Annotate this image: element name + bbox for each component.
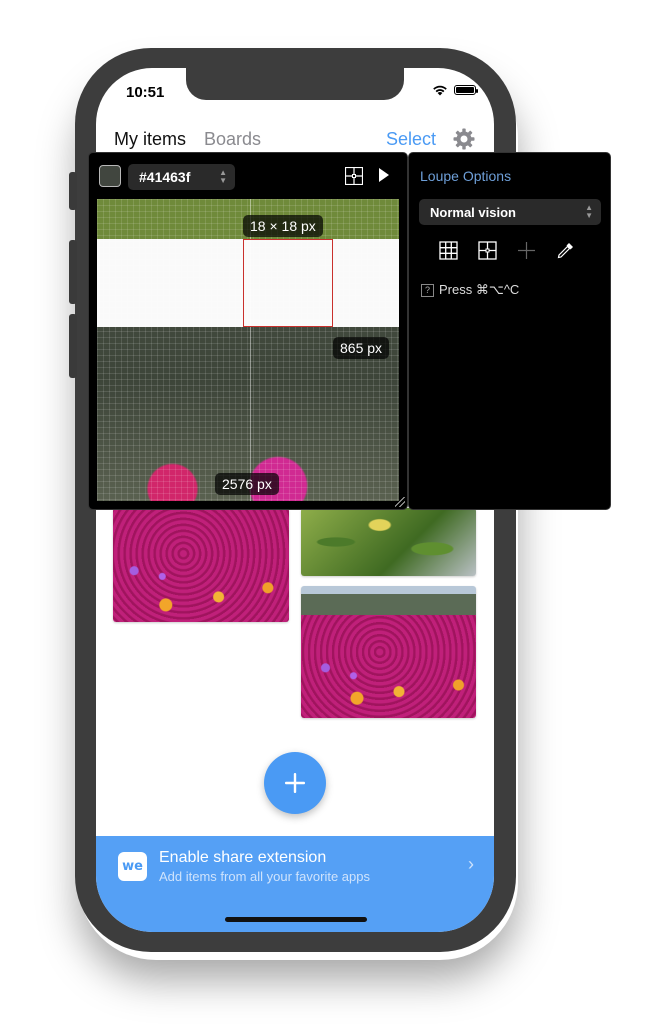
crosshair-grid-icon[interactable]	[478, 241, 497, 260]
loupe-options-title: Loupe Options	[420, 168, 512, 184]
volume-down-button	[69, 314, 77, 378]
shortcut-hint: ? Press ⌘⌥^C	[421, 282, 519, 298]
help-icon[interactable]: ?	[421, 283, 434, 297]
plus-icon	[285, 773, 305, 793]
photo-item[interactable]	[113, 508, 289, 622]
vision-mode-select[interactable]: Normal vision ▲ ▼	[419, 199, 601, 225]
vision-mode-value: Normal vision	[430, 204, 516, 220]
loupe-options-panel: Loupe Options Normal vision ▲ ▼ ? Press …	[408, 152, 611, 510]
gear-icon[interactable]	[452, 127, 476, 151]
selection-box	[243, 239, 333, 327]
selection-size-label: 18 × 18 px	[243, 215, 323, 237]
expand-options-icon[interactable]	[379, 168, 389, 182]
add-item-button[interactable]	[264, 752, 326, 814]
loupe-tool-icons	[439, 241, 575, 260]
width-readout: 865 px	[333, 337, 390, 359]
banner-subtitle: Add items from all your favorite apps	[159, 869, 370, 884]
notch	[186, 68, 404, 100]
status-time: 10:51	[126, 84, 165, 101]
wetransfer-logo-icon: we	[118, 852, 147, 881]
color-swatch[interactable]	[99, 165, 121, 187]
shortcut-text: Press ⌘⌥^C	[439, 282, 520, 297]
mute-switch	[69, 172, 77, 210]
home-indicator[interactable]	[225, 917, 367, 922]
volume-up-button	[69, 240, 77, 304]
crosshair-icon[interactable]	[517, 241, 536, 260]
eyedropper-icon[interactable]	[556, 241, 575, 260]
tab-boards[interactable]: Boards	[204, 129, 261, 150]
photo-item[interactable]	[301, 508, 476, 576]
share-extension-banner[interactable]: we Enable share extension Add items from…	[96, 836, 494, 932]
banner-title: Enable share extension	[159, 849, 327, 866]
chevron-updown-icon: ▲ ▼	[585, 203, 593, 220]
loupe-panel[interactable]: #41463f ▲ ▼ 18 × 18 px 865 px 2576 px	[88, 152, 408, 510]
resize-handle[interactable]	[395, 497, 405, 507]
select-button[interactable]: Select	[386, 129, 436, 150]
magnified-view[interactable]: 18 × 18 px 865 px 2576 px	[97, 199, 399, 501]
top-nav: My items Boards Select	[114, 126, 476, 152]
crosshair-grid-icon[interactable]	[345, 167, 363, 185]
format-stepper-icon[interactable]: ▲ ▼	[219, 169, 227, 185]
chevron-right-icon: ›	[468, 854, 474, 874]
pixel-grid-icon[interactable]	[439, 241, 458, 260]
photo-item[interactable]	[301, 586, 476, 718]
tab-my-items[interactable]: My items	[114, 129, 186, 150]
wifi-icon	[433, 85, 447, 96]
status-icons	[432, 84, 478, 96]
color-hex-field[interactable]: #41463f ▲ ▼	[128, 164, 235, 190]
color-hex-value: #41463f	[139, 169, 191, 185]
battery-icon	[454, 85, 478, 95]
height-readout: 2576 px	[215, 473, 279, 495]
